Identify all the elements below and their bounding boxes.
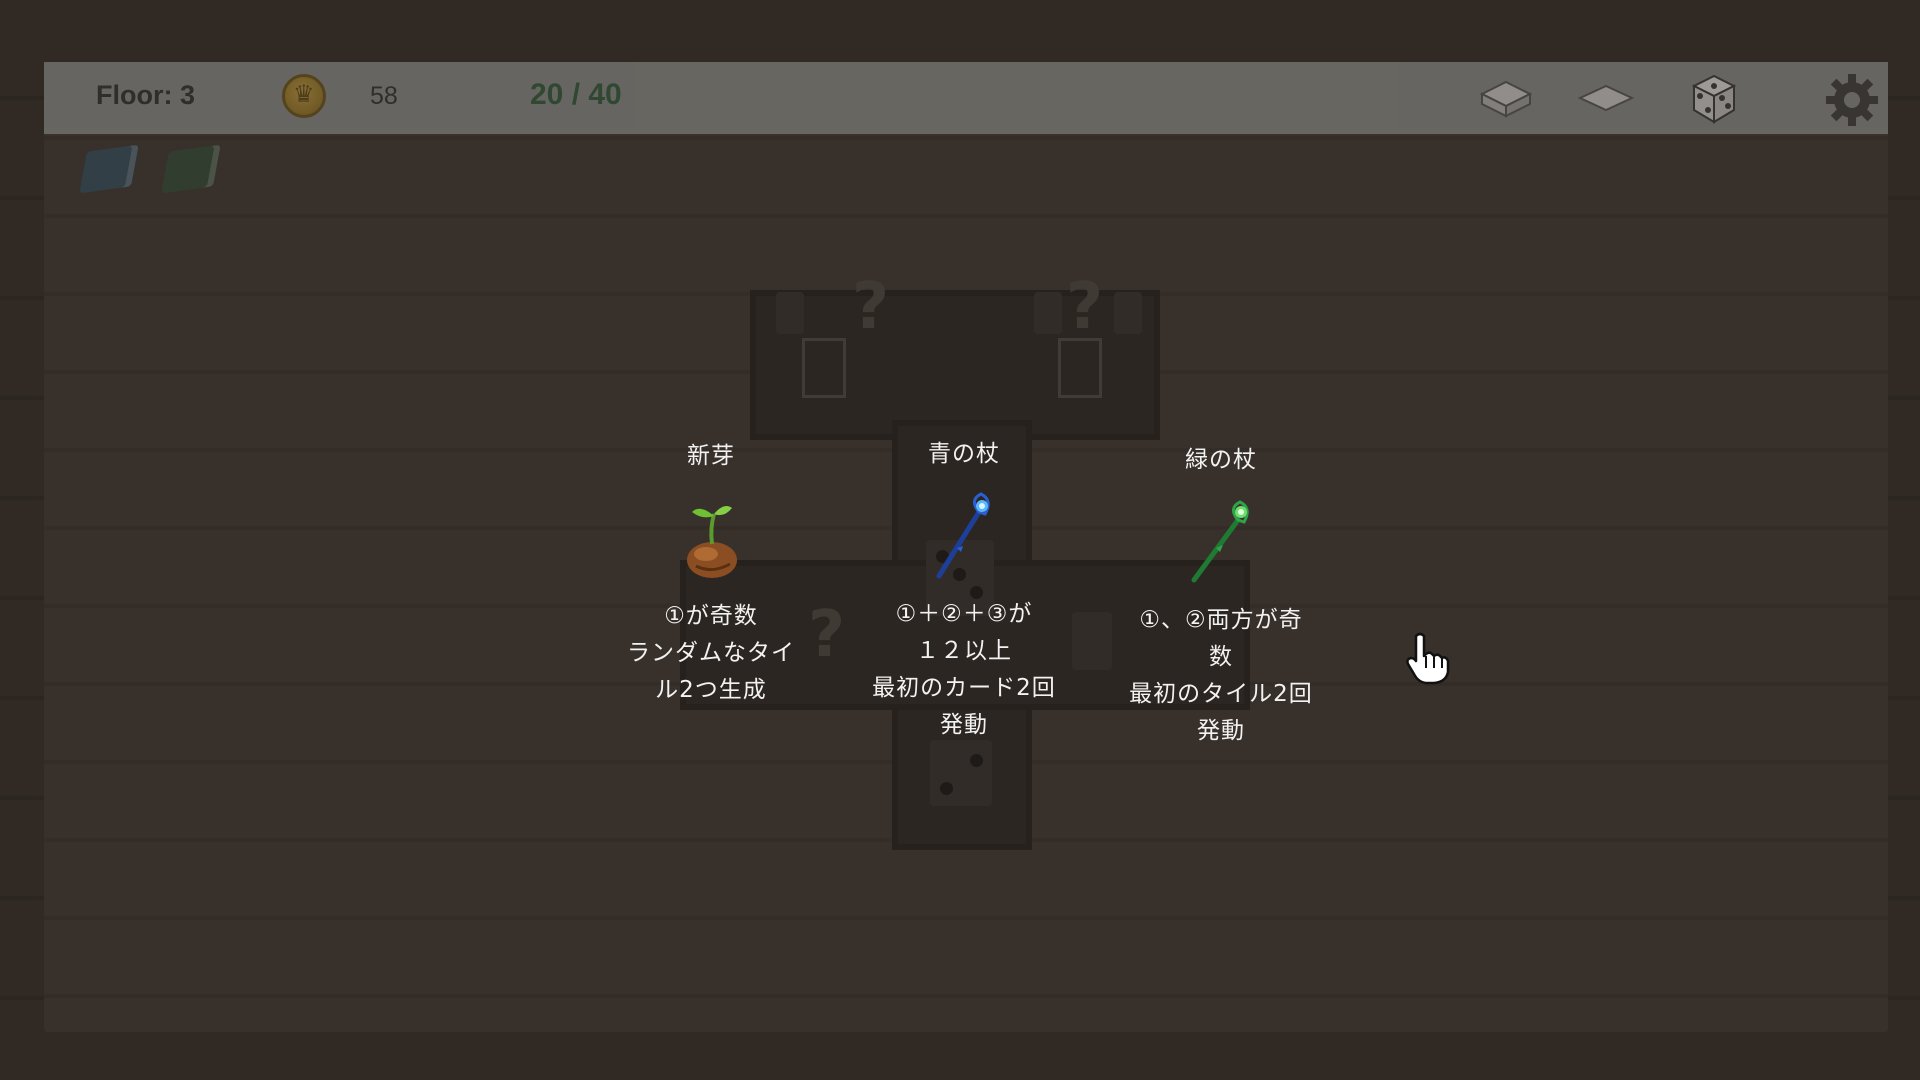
- reward-option-blue-staff[interactable]: 青の杖 ①＋②＋③が １２以上 最初のカード2回 発動: [846, 434, 1082, 744]
- door-icon: [802, 338, 846, 398]
- tile-flat-icon[interactable]: [1576, 72, 1636, 124]
- dice-tile: [930, 740, 992, 806]
- card-tile: [776, 292, 804, 334]
- floor-progress: 20 / 40: [530, 78, 622, 111]
- reward-name: 緑の杖: [1185, 447, 1257, 473]
- reward-description: ①、②両方が奇 数 最初のタイル2回 発動: [1129, 607, 1313, 744]
- sprout-icon: [666, 492, 756, 582]
- coin-icon: [282, 74, 326, 118]
- top-hud: Floor: 3 58 20 / 40: [44, 62, 1888, 134]
- reward-option-sprout[interactable]: 新芽 ①が奇数 ランダムなタイ ル2つ生成: [596, 436, 826, 709]
- game-screen: ? ? ? Floor: 3 58 20 / 40: [0, 0, 1920, 1080]
- reward-description: ①＋②＋③が １２以上 最初のカード2回 発動: [872, 601, 1056, 738]
- reward-name: 新芽: [687, 443, 735, 469]
- reward-description: ①が奇数 ランダムなタイ ル2つ生成: [627, 603, 795, 703]
- hand-pointer-icon: [1406, 632, 1450, 685]
- door-icon: [1058, 338, 1102, 398]
- card-tile: [1034, 292, 1062, 334]
- unknown-tile-icon: ?: [1066, 270, 1104, 344]
- floor-label: Floor: 3: [96, 80, 195, 110]
- tile-stack-icon[interactable]: [1476, 72, 1536, 124]
- reward-name: 青の杖: [928, 441, 1000, 467]
- green-staff-icon: [1176, 496, 1266, 586]
- gear-icon[interactable]: [1822, 70, 1882, 130]
- gold-count: 58: [370, 82, 398, 110]
- card-tile: [1114, 292, 1142, 334]
- dice-icon[interactable]: [1684, 72, 1744, 124]
- blue-staff-icon: [919, 490, 1009, 580]
- reward-option-green-staff[interactable]: 緑の杖 ①、②両方が奇 数 最初のタイル2回 発動: [1106, 440, 1336, 750]
- unknown-tile-icon: ?: [852, 270, 890, 344]
